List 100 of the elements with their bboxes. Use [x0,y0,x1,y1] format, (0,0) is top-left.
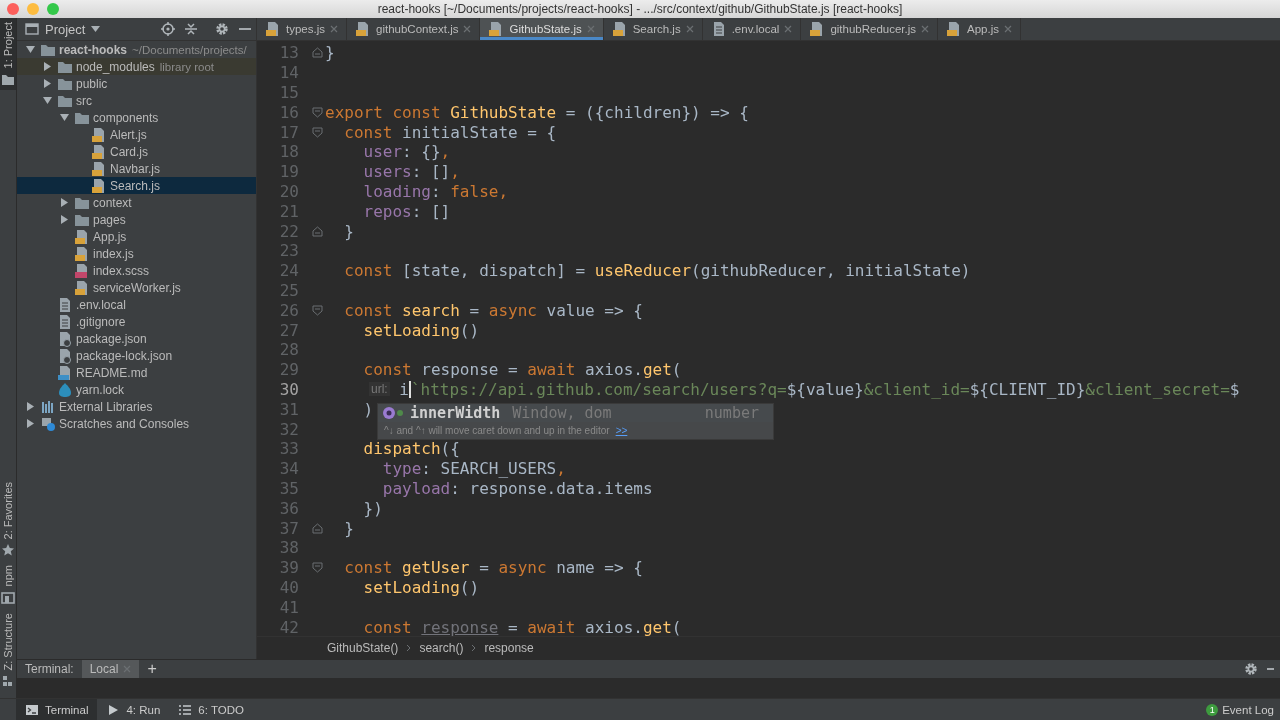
line-number: 31 [278,399,299,419]
close-button[interactable] [7,3,19,15]
tree-item[interactable]: package-lock.json [17,347,256,364]
tree-item[interactable]: package.json [17,330,256,347]
line-number: 33 [278,439,299,459]
completion-name[interactable]: innerWidth [410,404,501,422]
list-icon [178,703,193,717]
tool-window-tab[interactable]: Z: Structure [0,608,16,692]
code-line: } [343,221,354,241]
code-line: const initialState = { [343,122,557,142]
tree-item[interactable]: External Libraries [17,398,256,415]
breadcrumb[interactable]: response [484,641,534,655]
tree-item[interactable]: components [17,109,256,126]
code-line: const response = await axios.get( [362,617,682,636]
chevron-icon [406,644,412,652]
code-line: ) [362,399,374,419]
tree-item[interactable]: context [17,194,256,211]
code-line: } [343,518,354,538]
chevron-icon [471,644,477,652]
tool-window-tab[interactable]: 2: Favorites [0,477,16,562]
line-number: 23 [278,241,299,261]
line-number: 14 [278,63,299,83]
code-line: setLoading() [362,320,480,340]
tree-item[interactable]: App.js [17,228,256,245]
tree-item[interactable]: .env.local [17,296,256,313]
code-line: const response = await axios.get( [362,360,682,380]
new-tab-button[interactable]: + [147,660,157,678]
folder-icon [1,72,15,87]
code-line: } [325,43,335,63]
tree-item[interactable]: pages [17,211,256,228]
editor-tab[interactable]: Search.js [603,18,703,40]
tool-window-button[interactable]: 4: Run [97,699,170,720]
tree-item[interactable]: yarn.lock [17,381,256,398]
javascript-file-icon [91,177,107,194]
tree-item[interactable]: index.js [17,245,256,262]
tool-window-button[interactable]: 6: TODO [169,699,253,720]
tree-item[interactable]: .gitignore [17,313,256,330]
tree-item[interactable]: serviceWorker.js [17,279,256,296]
collapse-icon[interactable] [184,22,198,36]
tree-item[interactable]: public [17,75,256,92]
tree-item[interactable]: Scratches and Consoles [17,415,256,432]
line-number: 34 [278,459,299,479]
javascript-file-icon [74,228,90,245]
json-file-icon [57,330,73,347]
tree-item[interactable]: Alert.js [17,126,256,143]
count-badge: 1 [1206,704,1219,716]
window-title: react-hooks [~/Documents/projects/react-hooks] - .../src/context/github/GithubState.js [react-hooks] [377,2,903,16]
tree-item[interactable]: Navbar.js [17,160,256,177]
more-link[interactable]: >> [615,425,628,436]
terminal-tab[interactable]: Local [81,660,140,678]
tree-item[interactable]: src [17,92,256,109]
line-number: 27 [278,320,299,340]
code-line: dispatch({ [362,439,460,459]
tool-window-tab[interactable]: npm [0,561,16,609]
settings-icon[interactable] [215,22,229,36]
breadcrumb[interactable]: search() [419,641,464,655]
tree-item[interactable]: Card.js [17,143,256,160]
structure-icon [1,674,15,688]
code-line: const getUser = async name => { [343,558,643,578]
line-number: 32 [278,419,299,439]
dropdown-caret-icon [91,26,101,32]
code-line: repos: [] [362,201,451,221]
editor-tab[interactable]: GithubState.js [480,18,604,40]
text-caret [408,380,411,398]
code-line: url: i`https://api.github.com/search/users?q=${value}&client_id=${CLIENT_ID}&client_secret=$ [368,379,1240,399]
code-line: payload: response.data.items [381,478,653,498]
tree-item[interactable]: Search.js [17,177,256,194]
editor-tab[interactable]: githubReducer.js [801,18,939,40]
line-number: 13 [278,43,299,63]
editor-tab[interactable]: .env.local [702,18,802,40]
tree-item[interactable]: react-hooks ~/Documents/projects/ [17,41,256,58]
locate-icon[interactable] [161,22,175,36]
line-number: 37 [278,518,299,538]
line-number: 16 [278,102,299,122]
event-log-button[interactable]: 1 Event Log [1206,704,1274,716]
sass-file-icon [74,262,90,279]
editor-tab[interactable]: App.js [938,18,1021,40]
javascript-file-icon [74,245,90,262]
line-number: 24 [278,261,299,281]
line-number: 21 [278,201,299,221]
parameter-hint: url: [369,382,390,397]
close-icon [784,25,793,33]
line-number: 36 [278,498,299,518]
javascript-file-icon [265,21,281,37]
line-number: 29 [278,360,299,380]
breadcrumb[interactable]: GithubState() [327,641,399,655]
line-number: 41 [278,597,299,617]
javascript-file-icon [355,21,371,37]
completion-hint: ^↓ and ^↑ will move caret down and up in the editor [384,425,610,436]
editor-tab[interactable]: types.js [257,18,347,40]
settings-icon[interactable] [1244,662,1258,676]
code-line: const [state, dispatch] = useReducer(githubReducer, initialState) [343,261,971,281]
tool-window-button[interactable]: Terminal [16,699,98,720]
line-number: 22 [278,221,299,241]
tree-item[interactable]: index.scss [17,262,256,279]
tree-item[interactable]: README.md [17,364,256,381]
tool-window-tab[interactable]: 1: Project [0,18,16,91]
project-view-dropdown[interactable]: Project [25,21,101,37]
tree-item[interactable]: node_modules library root [17,58,256,75]
line-number: 26 [278,300,299,320]
